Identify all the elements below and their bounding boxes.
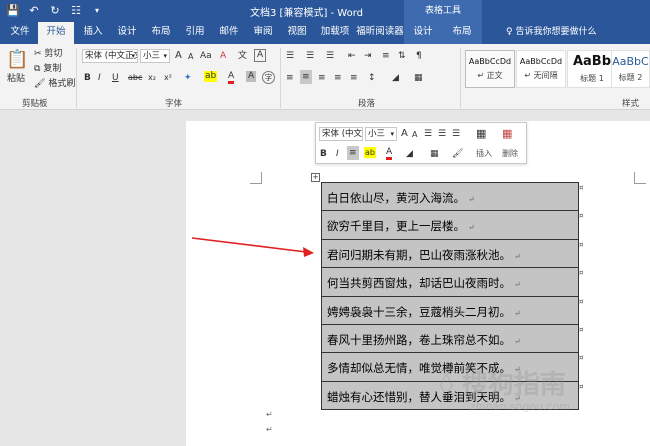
watermark-logo: ◊ 搜狗指南 bbox=[440, 370, 566, 400]
watermark-text: 搜狗指南 bbox=[461, 370, 566, 400]
watermark-url: zhinan.sogou.com bbox=[470, 400, 571, 413]
